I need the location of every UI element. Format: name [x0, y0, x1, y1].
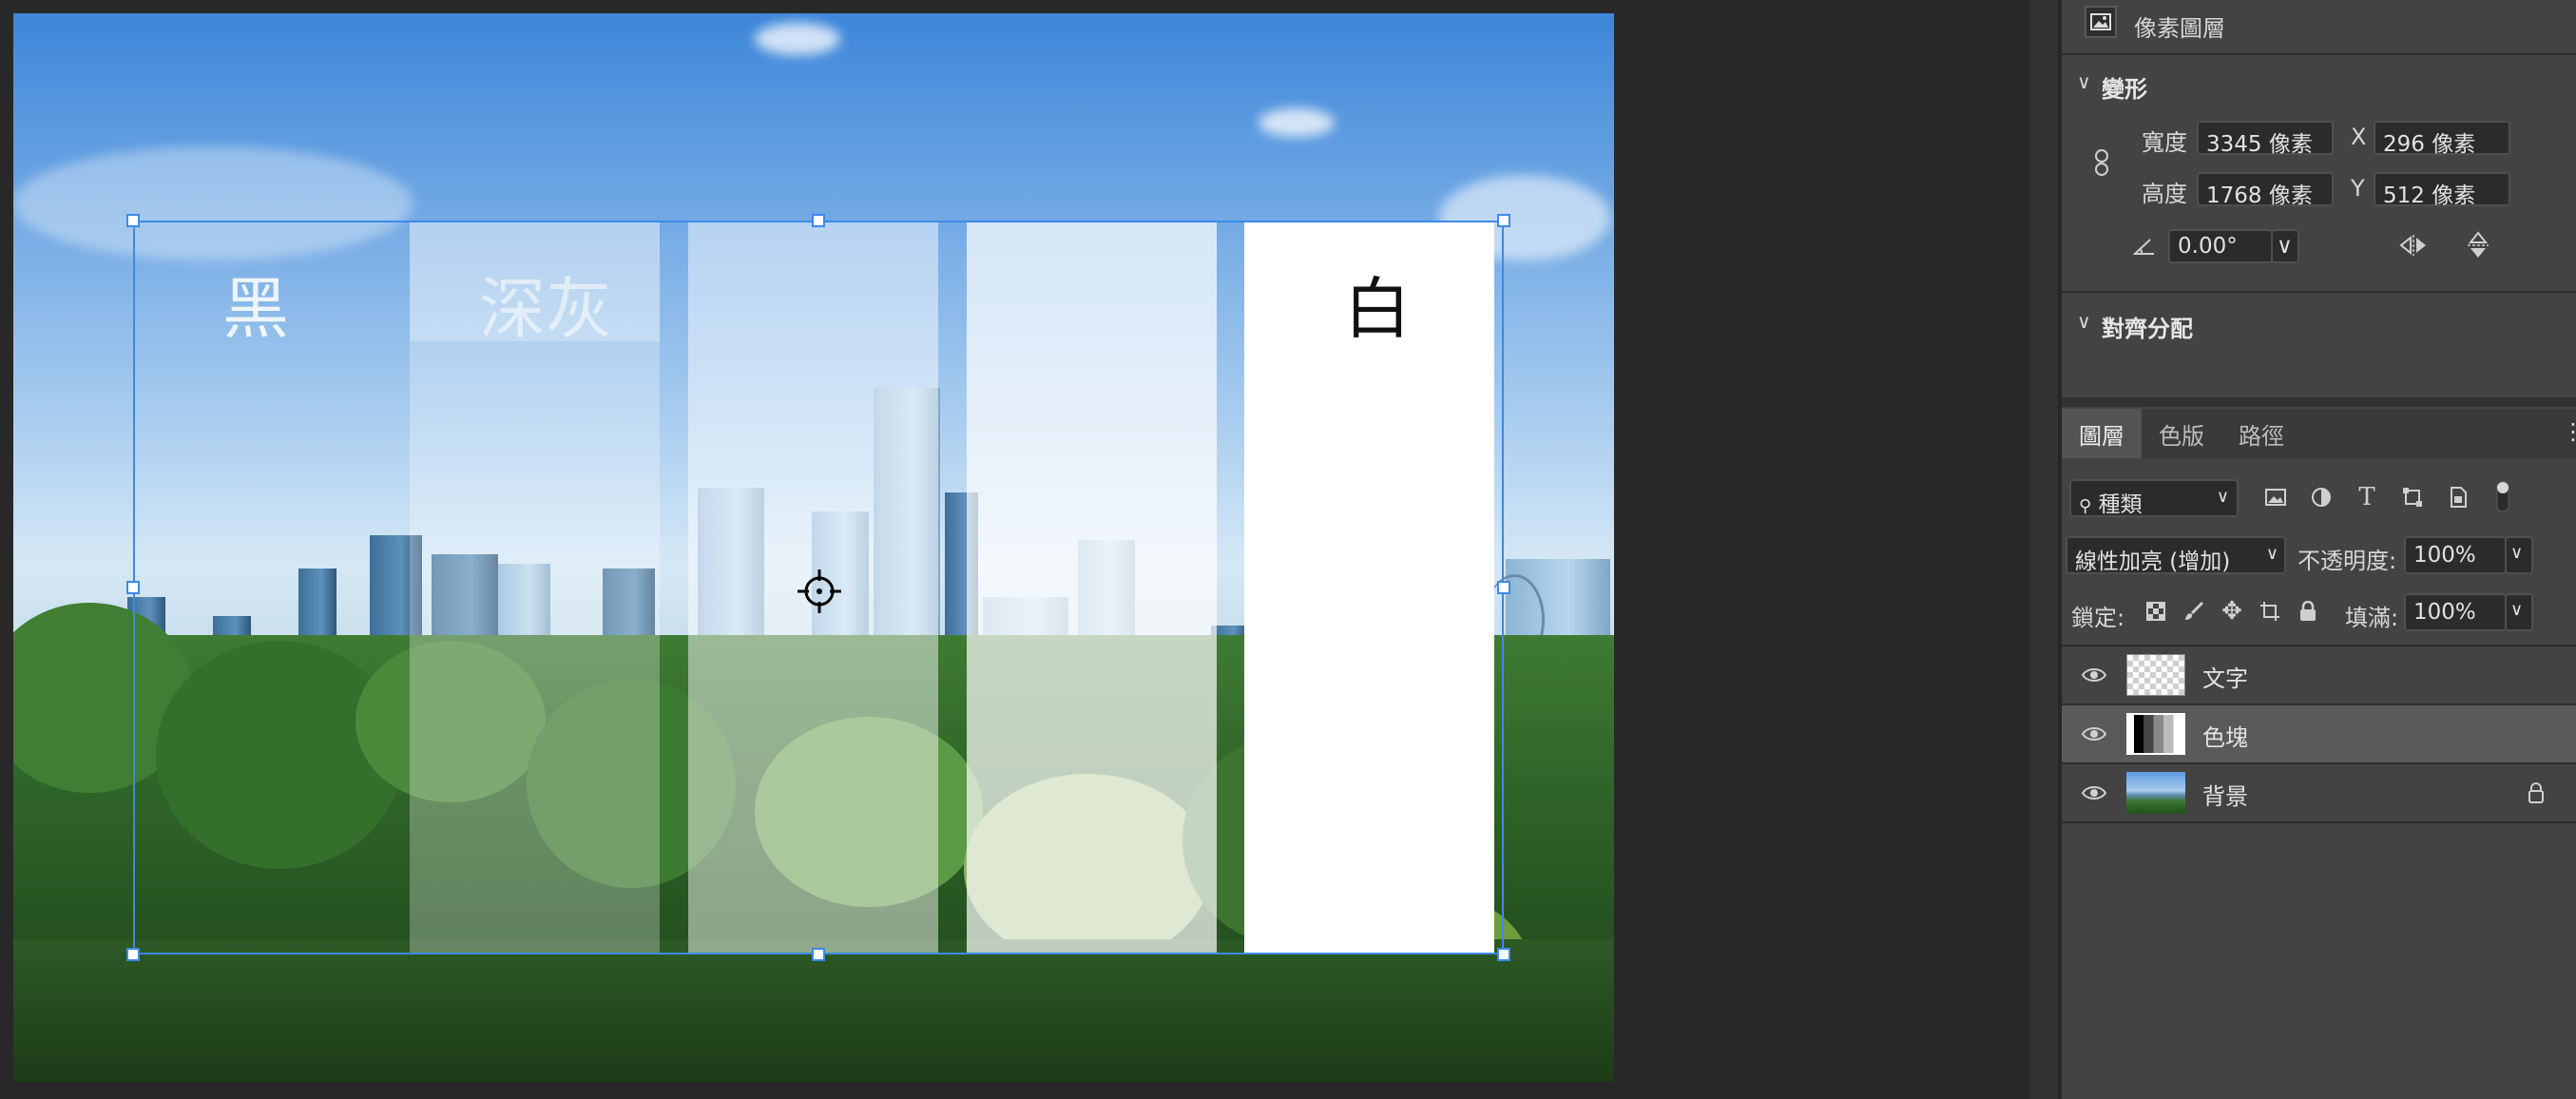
cloud [1259, 108, 1335, 137]
panel-menu-icon[interactable]: ⋮ [2562, 418, 2576, 445]
eye-visibility-icon[interactable] [2081, 781, 2107, 804]
transform-handle-bottom-right[interactable] [1497, 948, 1510, 961]
lock-artboard-icon[interactable] [2256, 597, 2284, 626]
eye-visibility-icon[interactable] [2081, 664, 2107, 686]
fill-label: 填滿: [2345, 605, 2399, 631]
x-position-field[interactable]: 296 像素 [2374, 121, 2510, 157]
layer-row-background[interactable]: 背景 [2062, 764, 2576, 821]
width-field[interactable]: 3345 像素 [2197, 121, 2334, 157]
tab-channels[interactable]: 色版 [2142, 409, 2221, 458]
divider [2062, 53, 2576, 55]
layer-name[interactable]: 色塊 [2202, 719, 2248, 752]
chevron-down-icon[interactable]: ∨ [2077, 310, 2091, 333]
height-field[interactable]: 1768 像素 [2197, 172, 2334, 208]
y-label: Y [2351, 175, 2365, 202]
transform-handle-top-right[interactable] [1497, 214, 1510, 227]
flip-horizontal-icon[interactable] [2396, 230, 2431, 260]
properties-and-layers-panel: 像素圖層 ∨ 變形 寬度 3345 像素 X 296 像素 高度 1768 像素… [2062, 0, 2576, 1099]
layer-thumbnail-gray-stripes [2126, 713, 2185, 755]
tab-paths[interactable]: 路徑 [2221, 409, 2301, 458]
layer-thumbnail-city-photo [2126, 772, 2185, 814]
transform-handle-top-left[interactable] [126, 214, 140, 227]
fill-dropdown[interactable]: ∨ [2505, 593, 2533, 631]
filter-toggle-icon[interactable] [2491, 477, 2514, 515]
transform-handle-middle-left[interactable] [126, 581, 140, 594]
transform-handle-middle-right[interactable] [1497, 581, 1510, 594]
divider [2062, 821, 2576, 823]
filter-shape-layers-icon[interactable] [2398, 483, 2427, 511]
opacity-dropdown[interactable]: ∨ [2505, 536, 2533, 574]
eye-visibility-icon[interactable] [2081, 723, 2107, 745]
chevron-down-icon: ∨ [2265, 544, 2278, 564]
layer-name[interactable]: 背景 [2202, 778, 2248, 811]
document-canvas[interactable]: 黑 深灰 白 [13, 13, 1614, 1082]
filter-smart-objects-icon[interactable] [2444, 483, 2472, 511]
layer-filter-kind-select[interactable]: ⚲ 種類 ∨ [2069, 479, 2239, 517]
angle-icon [2130, 232, 2159, 260]
lock-image-pixels-brush-icon[interactable] [2180, 597, 2208, 626]
transform-handle-bottom-center[interactable] [812, 948, 825, 961]
divider [2062, 397, 2576, 407]
link-dimensions-icon[interactable] [2090, 146, 2113, 179]
layer-thumbnail-transparent [2126, 654, 2185, 696]
x-label: X [2351, 124, 2367, 150]
angle-field[interactable]: 0.00° [2168, 229, 2273, 263]
layer-row-color-blocks[interactable]: 色塊 [2062, 705, 2576, 762]
filter-adjustment-layers-icon[interactable] [2307, 483, 2336, 511]
canvas-area[interactable]: 黑 深灰 白 [0, 0, 2029, 1099]
layer-name[interactable]: 文字 [2202, 660, 2248, 693]
flip-vertical-icon[interactable] [2463, 228, 2493, 262]
reference-point-crosshair-icon[interactable] [796, 568, 843, 615]
opacity-field[interactable]: 100% [2404, 536, 2507, 574]
transform-handle-top-center[interactable] [812, 214, 825, 227]
filter-kind-label: 種類 [2098, 492, 2143, 517]
lock-position-move-icon[interactable]: ✥ [2218, 597, 2246, 626]
opacity-label: 不透明度: [2297, 548, 2397, 574]
blend-mode-value: 線性加亮 (增加) [2075, 550, 2231, 574]
blend-mode-select[interactable]: 線性加亮 (增加) ∨ [2066, 536, 2286, 574]
height-label: 高度 [2142, 181, 2187, 207]
lock-all-icon[interactable] [2294, 597, 2322, 626]
align-distribute-section-title[interactable]: 對齊分配 [2102, 310, 2193, 343]
y-position-field[interactable]: 512 像素 [2374, 172, 2510, 208]
lock-label: 鎖定: [2071, 605, 2125, 631]
chevron-down-icon: ∨ [2216, 487, 2229, 507]
pixel-layer-icon [2085, 6, 2117, 38]
tab-layers[interactable]: 圖層 [2062, 409, 2142, 458]
transform-section-title[interactable]: 變形 [2102, 70, 2147, 104]
layer-row-text[interactable]: 文字 [2062, 646, 2576, 704]
fill-field[interactable]: 100% [2404, 593, 2507, 631]
divider [2062, 291, 2576, 293]
chevron-down-icon[interactable]: ∨ [2077, 70, 2091, 93]
filter-type-layers-icon[interactable]: T [2353, 483, 2381, 511]
lock-transparent-pixels-icon[interactable] [2142, 597, 2170, 626]
transform-handle-bottom-left[interactable] [126, 948, 140, 961]
search-icon: ⚲ [2079, 496, 2092, 516]
cloud [755, 23, 840, 55]
layer-type-label: 像素圖層 [2134, 15, 2225, 42]
lock-icon[interactable] [2528, 781, 2545, 804]
width-label: 寬度 [2142, 129, 2187, 156]
filter-pixel-layers-icon[interactable] [2261, 483, 2290, 511]
angle-dropdown[interactable]: ∨ [2271, 229, 2299, 263]
